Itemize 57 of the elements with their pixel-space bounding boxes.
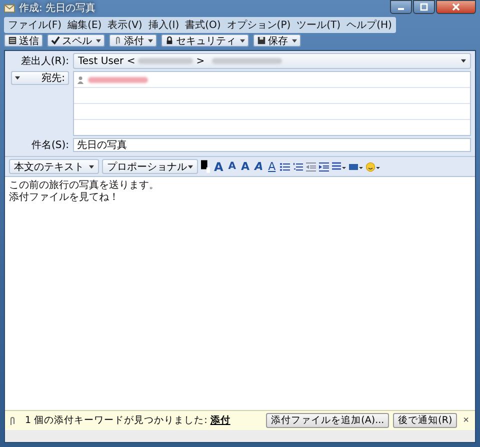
menu-item[interactable]: ヘルプ(H) [344, 18, 394, 32]
maximize-button[interactable] [413, 0, 435, 14]
caret-icon [15, 76, 20, 80]
toolbar-button[interactable]: 添付 [109, 34, 157, 47]
close-button[interactable] [436, 0, 476, 14]
subject-label: 件名(S): [30, 139, 69, 152]
document-icon [8, 36, 17, 45]
format-button[interactable]: A [267, 160, 277, 173]
person-icon [77, 76, 84, 84]
to-button[interactable]: 宛先: [11, 71, 69, 85]
text-color-icon[interactable] [201, 160, 210, 173]
format-button[interactable]: A [213, 160, 224, 174]
menu-item[interactable]: 挿入(I) [146, 18, 182, 32]
save-icon [257, 36, 266, 45]
notification-button[interactable]: 後で通知(R) [393, 413, 458, 428]
menu-item[interactable]: 編集(E) [66, 18, 104, 32]
menu-item[interactable]: ファイル(F) [6, 18, 64, 32]
caret-icon [89, 164, 94, 168]
dismiss-button[interactable]: × [461, 415, 471, 426]
numbered-list-icon[interactable] [292, 162, 303, 172]
toolbar-button[interactable]: スペル [47, 34, 105, 47]
format-button[interactable]: A [254, 160, 264, 173]
lock-icon [165, 36, 174, 45]
notification-button[interactable]: 添付ファイルを追加(A)... [266, 413, 390, 428]
toolbar-button[interactable]: 送信 [4, 34, 43, 47]
smiley-icon[interactable] [366, 162, 380, 172]
menu-item[interactable]: ツール(T) [294, 18, 343, 32]
subject-field[interactable]: 先日の写真 [73, 138, 471, 152]
toolbar-button[interactable]: セキュリティ [161, 34, 249, 47]
notification-text: 1 個の添付キーワードが見つかりました: 添付 [25, 414, 232, 427]
close-icon [451, 3, 461, 11]
bulleted-list-icon[interactable] [280, 162, 290, 172]
background-color-icon[interactable] [348, 162, 363, 172]
toolbar-button[interactable]: 保存 [253, 34, 301, 47]
checkmark-icon [51, 36, 60, 45]
format-button[interactable]: A [240, 160, 251, 173]
align-icon[interactable] [332, 162, 346, 172]
caret-icon [188, 164, 193, 168]
window-title: 作成: 先日の写真 [19, 2, 96, 15]
font-dropdown[interactable]: プロポーショナル [102, 159, 198, 174]
paperclip-icon [9, 416, 15, 426]
envelope-icon [4, 3, 15, 13]
increase-indent-icon[interactable] [318, 162, 329, 172]
from-label: 差出人(R): [20, 54, 69, 68]
caret-icon [461, 59, 466, 63]
menu-item[interactable]: 書式(O) [183, 18, 223, 32]
body-text: 添付ファイルを見てね！ [9, 192, 120, 204]
menu-item[interactable]: オプション(P) [224, 18, 293, 32]
format-button[interactable]: A [227, 161, 238, 172]
minimize-button[interactable] [390, 0, 412, 14]
body-text: この前の旅行の写真を送ります。 [9, 180, 160, 192]
message-body[interactable]: この前の旅行の写真を送ります。 添付ファイルを見てね！ [5, 176, 475, 410]
menu-item[interactable]: 表示(V) [106, 18, 144, 32]
maximize-icon [419, 3, 429, 11]
sender-dropdown[interactable]: Test User < > [73, 53, 471, 69]
style-dropdown[interactable]: 本文のテキスト [9, 159, 99, 174]
paperclip-icon [113, 36, 122, 45]
